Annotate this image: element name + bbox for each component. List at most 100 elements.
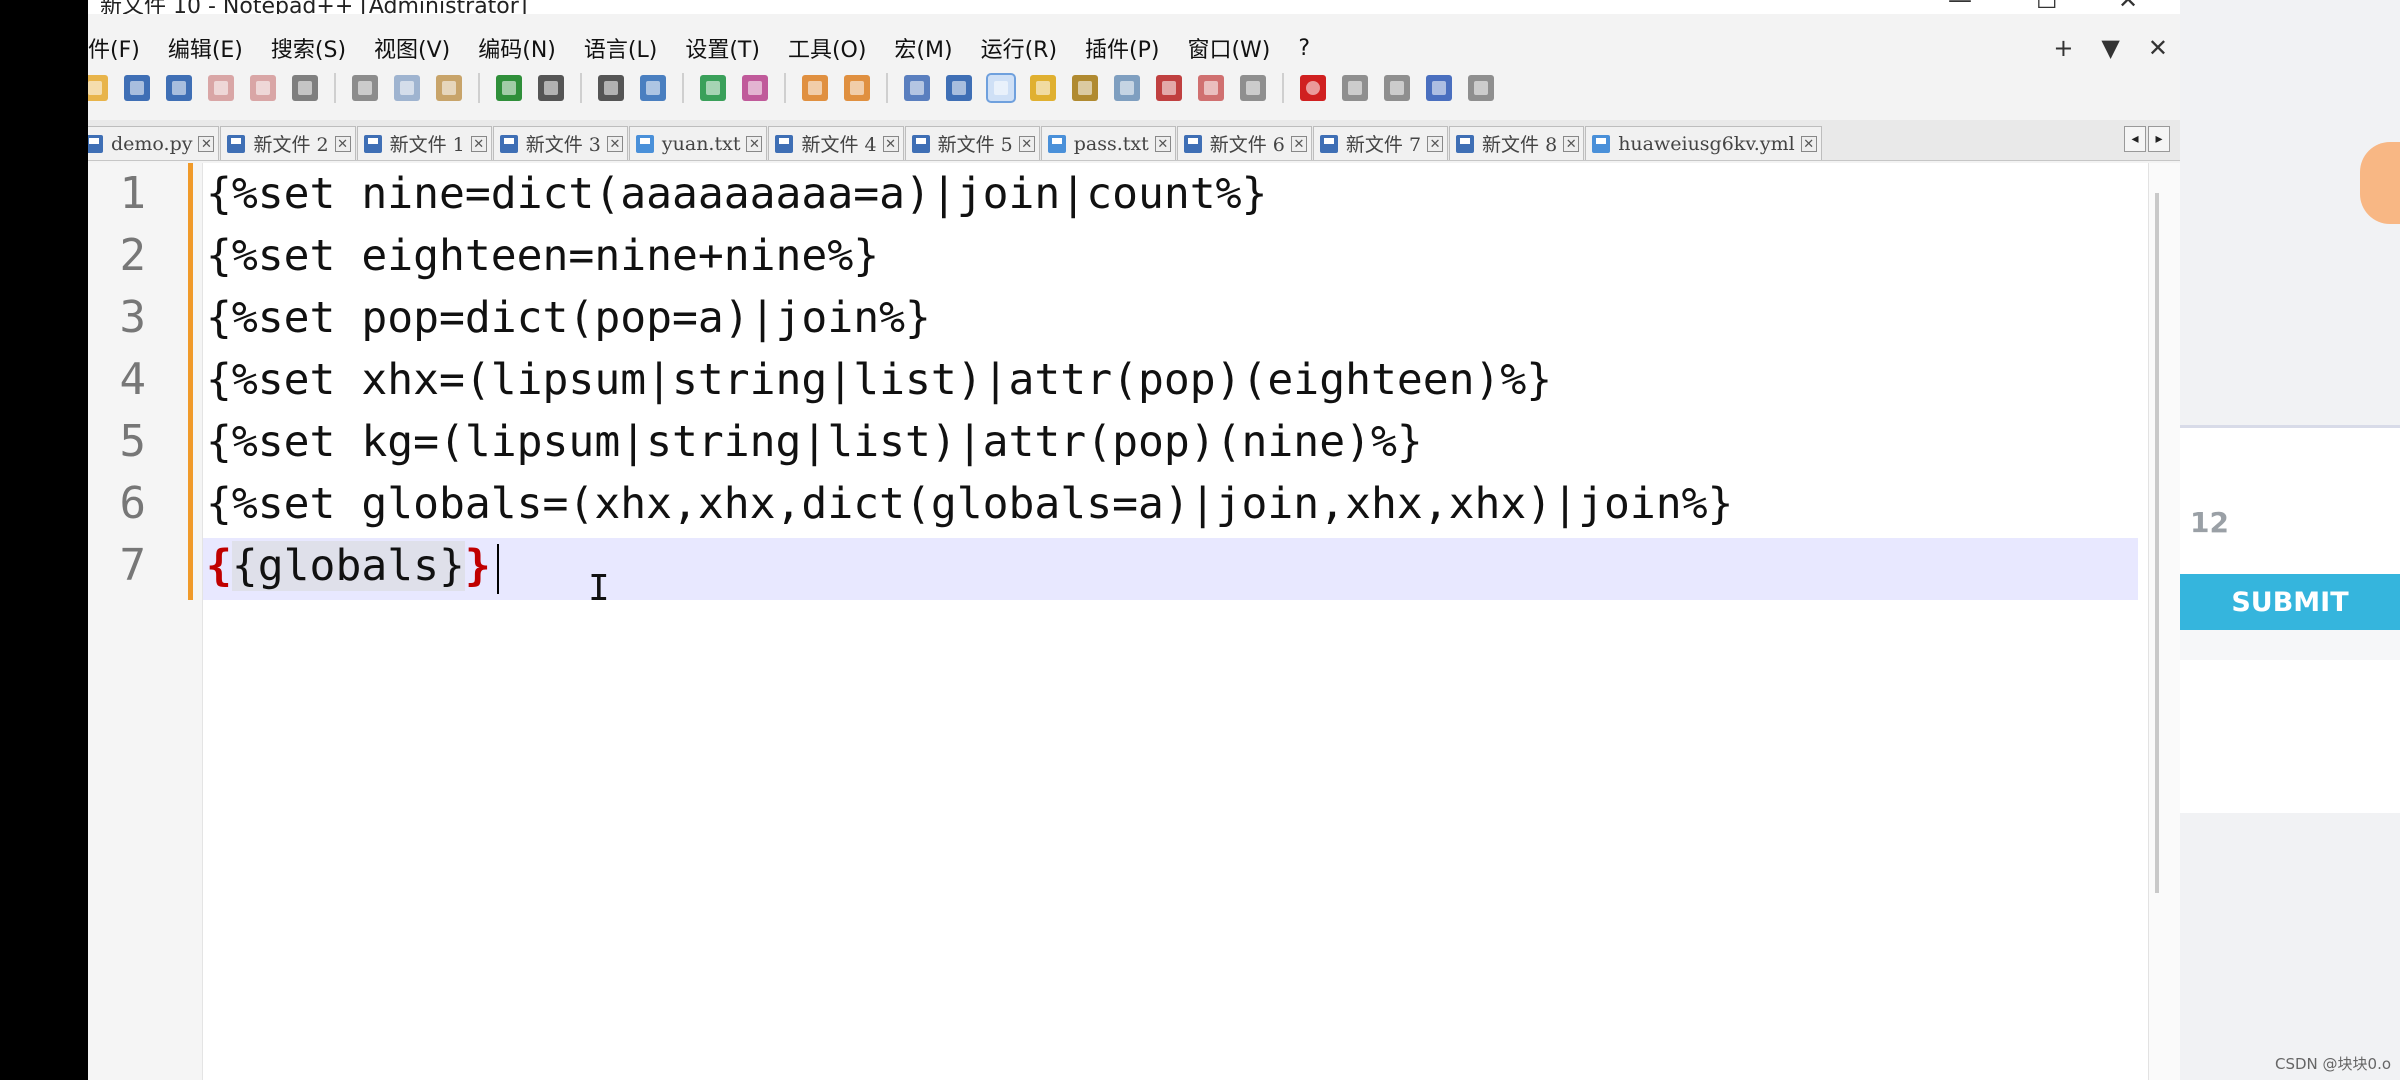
close-icon[interactable] — [208, 75, 234, 101]
cut-icon[interactable] — [352, 75, 378, 101]
tab-save-state-icon — [1183, 134, 1202, 153]
document-tab[interactable]: pass.txt ✕ — [1040, 126, 1176, 160]
menu-item[interactable]: 插件(P) — [1085, 32, 1159, 64]
tab-close-icon[interactable]: ✕ — [882, 135, 899, 152]
tab-close-icon[interactable]: ✕ — [1563, 135, 1580, 152]
document-tab[interactable]: 新文件 1 ✕ — [356, 126, 492, 160]
minimize-button[interactable]: — — [1948, 0, 1972, 14]
vertical-scrollbar[interactable] — [2148, 163, 2180, 1080]
zoom-out-icon[interactable] — [742, 75, 768, 101]
redo-icon[interactable] — [538, 75, 564, 101]
title-bar[interactable]: 新文件 10 - Notepad++ [Administrator] — ☐ ✕ — [88, 0, 2180, 14]
tab-close-icon[interactable]: ✕ — [198, 135, 215, 152]
tab-close-icon[interactable]: ✕ — [1800, 135, 1817, 152]
folder-workspace-icon[interactable] — [1156, 75, 1182, 101]
menu-item[interactable]: 设置(T) — [685, 32, 760, 64]
indent-guide-icon[interactable] — [986, 73, 1016, 103]
close-window-button[interactable]: ✕ — [2118, 0, 2138, 14]
document-tab[interactable]: yuan.txt ✕ — [628, 126, 768, 160]
all-chars-icon[interactable] — [946, 75, 972, 101]
toolbar-separator — [784, 73, 786, 103]
sync-v-icon[interactable] — [802, 75, 828, 101]
tab-scroll-left-button[interactable]: ◂ — [2124, 126, 2146, 152]
monitor-icon[interactable] — [1198, 75, 1224, 101]
tab-save-state-icon — [499, 134, 518, 153]
tab-close-icon[interactable]: ✕ — [606, 135, 623, 152]
tab-scroll-right-button[interactable]: ▸ — [2148, 126, 2170, 152]
tab-close-icon[interactable]: ✕ — [470, 135, 487, 152]
menu-item[interactable]: 运行(R) — [981, 32, 1057, 64]
tab-close-icon[interactable]: ✕ — [1290, 135, 1307, 152]
save-icon[interactable] — [124, 75, 150, 101]
document-tab[interactable]: 新文件 3 ✕ — [492, 126, 628, 160]
copy-icon[interactable] — [394, 75, 420, 101]
toolbar-separator — [682, 73, 684, 103]
code-line[interactable]: {{globals}} — [206, 535, 499, 597]
watermark: CSDN @块块0.o — [2275, 1055, 2392, 1073]
tab-close-icon[interactable]: ✕ — [334, 135, 351, 152]
menu-item[interactable]: 文件(F) — [88, 32, 140, 64]
comment-icon[interactable] — [1240, 75, 1266, 101]
wrap-icon[interactable] — [904, 75, 930, 101]
maximize-button[interactable]: ☐ — [2036, 0, 2058, 14]
toolbar-separator — [1282, 73, 1284, 103]
tab-close-icon[interactable]: ✕ — [1018, 135, 1035, 152]
close-document-button[interactable]: ✕ — [2148, 34, 2168, 62]
menu-item[interactable]: 窗口(W) — [1187, 32, 1270, 64]
tab-label: pass.txt — [1073, 132, 1149, 155]
tab-close-icon[interactable]: ✕ — [1427, 135, 1444, 152]
line-number: 4 — [119, 354, 147, 405]
code-line[interactable]: {%set pop=dict(pop=a)|join%} — [206, 287, 931, 349]
document-tab[interactable]: 新文件 2 ✕ — [220, 126, 356, 160]
floating-widget[interactable] — [2360, 142, 2400, 224]
tab-close-icon[interactable]: ✕ — [746, 135, 763, 152]
submit-button[interactable]: SUBMIT — [2180, 574, 2400, 630]
save-macro-icon[interactable] — [1468, 75, 1494, 101]
code-line[interactable]: {%set globals=(xhx,xhx,dict(globals=a)|j… — [206, 473, 1733, 535]
code-line[interactable]: {%set kg=(lipsum|string|list)|attr(pop)(… — [206, 411, 1423, 473]
toolbar-separator — [580, 73, 582, 103]
editor-area[interactable]: 1 {%set nine=dict(aaaaaaaaa=a)|join|count… — [88, 163, 2180, 1080]
udl-icon[interactable] — [1030, 75, 1056, 101]
menu-item[interactable]: 搜索(S) — [271, 32, 346, 64]
document-tab[interactable]: huaweiusg6kv.yml ✕ — [1585, 126, 1822, 160]
document-tab[interactable]: 新文件 4 ✕ — [768, 126, 904, 160]
document-tab[interactable]: demo.py ✕ — [88, 126, 220, 160]
replace-icon[interactable] — [640, 75, 666, 101]
tab-list-button[interactable]: ▼ — [2101, 34, 2119, 62]
func-list-icon[interactable] — [1114, 75, 1140, 101]
zoom-in-icon[interactable] — [700, 75, 726, 101]
stop-macro-icon[interactable] — [1342, 75, 1368, 101]
document-tab[interactable]: 新文件 5 ✕ — [904, 126, 1040, 160]
find-icon[interactable] — [598, 75, 624, 101]
open-icon[interactable] — [88, 75, 108, 101]
menu-item[interactable]: 视图(V) — [374, 32, 450, 64]
scrollbar-thumb[interactable] — [2155, 193, 2159, 893]
tab-close-icon[interactable]: ✕ — [1154, 135, 1171, 152]
document-tab[interactable]: 新文件 8 ✕ — [1449, 126, 1585, 160]
save-all-icon[interactable] — [166, 75, 192, 101]
menu-item[interactable]: 编码(N) — [478, 32, 556, 64]
code-line[interactable]: {%set nine=dict(aaaaaaaaa=a)|join|count%… — [206, 163, 1267, 225]
play-multi-icon[interactable] — [1426, 75, 1452, 101]
tab-scroll-buttons: ◂ ▸ — [2124, 126, 2170, 152]
menu-item[interactable]: 工具(O) — [788, 32, 866, 64]
document-tab[interactable]: 新文件 6 ✕ — [1176, 126, 1312, 160]
menu-item[interactable]: 编辑(E) — [168, 32, 243, 64]
document-tab[interactable]: 新文件 7 ✕ — [1312, 126, 1449, 160]
print-icon[interactable] — [292, 75, 318, 101]
close-all-icon[interactable] — [250, 75, 276, 101]
record-macro-icon[interactable] — [1300, 75, 1326, 101]
code-line[interactable]: {%set xhx=(lipsum|string|list)|attr(pop)… — [206, 349, 1552, 411]
menu-item[interactable]: 语言(L) — [584, 32, 657, 64]
code-line[interactable]: {%set eighteen=nine+nine%} — [206, 225, 879, 287]
undo-icon[interactable] — [496, 75, 522, 101]
sync-h-icon[interactable] — [844, 75, 870, 101]
new-tab-button[interactable]: + — [2053, 34, 2073, 62]
doc-map-icon[interactable] — [1072, 75, 1098, 101]
paste-icon[interactable] — [436, 75, 462, 101]
menu-item[interactable]: ? — [1298, 36, 1310, 61]
menu-item[interactable]: 宏(M) — [894, 32, 952, 64]
tab-label: demo.py — [111, 132, 193, 155]
play-macro-icon[interactable] — [1384, 75, 1410, 101]
